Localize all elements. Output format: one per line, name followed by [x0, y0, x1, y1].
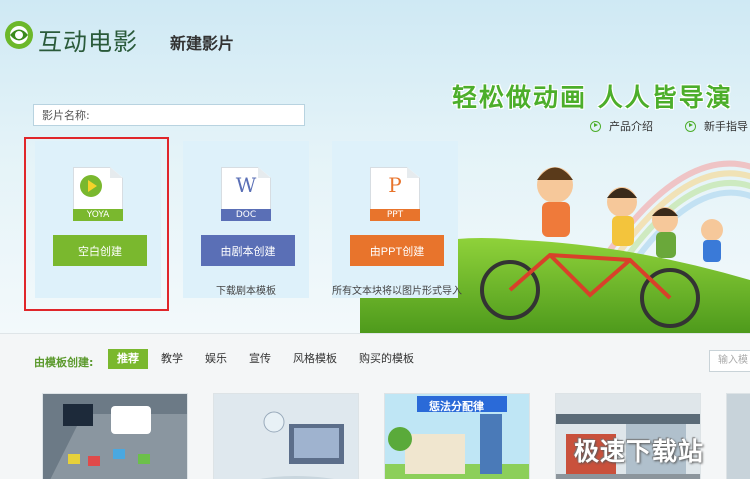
- app-name: 互动电影: [38, 28, 138, 56]
- template-thumbnail[interactable]: [726, 393, 750, 479]
- ppt-letter-icon: P: [388, 173, 402, 197]
- ppt-create-card[interactable]: P PPT 由PPT创建 所有文本块将以图片形式导入: [332, 141, 462, 298]
- tab-style-templates[interactable]: 风格模板: [284, 349, 346, 369]
- tab-promotion[interactable]: 宣传: [240, 349, 280, 369]
- selection-highlight: [24, 137, 169, 311]
- play-circle-icon: [590, 120, 601, 132]
- template-thumbnail[interactable]: [213, 393, 359, 479]
- ppt-import-note: 所有文本块将以图片形式导入: [332, 286, 462, 297]
- movie-name-label: 影片名称:: [42, 109, 90, 122]
- script-create-card[interactable]: W DOC 由剧本创建 下载剧本模板: [183, 141, 309, 298]
- template-thumbnail[interactable]: [42, 393, 188, 479]
- tab-entertainment[interactable]: 娱乐: [196, 349, 236, 369]
- page-title: 新建影片: [170, 34, 235, 53]
- beginner-guide-label: 新手指导: [704, 120, 748, 133]
- template-section-label: 由模板创建:: [34, 356, 94, 369]
- ppt-file-label: PPT: [370, 209, 420, 221]
- slogan: 轻松做动画 人人皆导演: [452, 83, 733, 112]
- tab-purchased-templates[interactable]: 购买的模板: [350, 349, 423, 369]
- movie-name-input[interactable]: 影片名称:: [33, 104, 305, 126]
- download-script-template-link[interactable]: 下载剧本模板: [183, 282, 309, 297]
- template-preview-image: [727, 394, 750, 479]
- doc-file-label: DOC: [221, 209, 271, 221]
- product-intro-label: 产品介绍: [609, 120, 653, 133]
- script-create-button[interactable]: 由剧本创建: [201, 235, 295, 266]
- template-preview-image: [43, 394, 187, 479]
- template-thumbnail[interactable]: 惩法分配律: [384, 393, 530, 479]
- tab-recommended[interactable]: 推荐: [108, 349, 148, 369]
- ppt-create-button[interactable]: 由PPT创建: [350, 235, 444, 266]
- tab-teaching[interactable]: 教学: [152, 349, 192, 369]
- watermark: 极速下载站: [574, 437, 705, 466]
- template-search-input[interactable]: 输入模: [709, 350, 750, 372]
- hero-banner: 互动电影 新建影片 轻松做动画 人人皆导演 产品介绍 新手指导 影片名称: YO…: [0, 0, 750, 333]
- play-circle-icon: [685, 120, 696, 132]
- product-intro-link[interactable]: 产品介绍: [590, 118, 653, 134]
- beginner-guide-link[interactable]: 新手指导: [685, 118, 748, 134]
- template-preview-image: [214, 394, 358, 479]
- film-reel-logo-icon: [5, 21, 33, 49]
- template-tabs: 推荐 教学 娱乐 宣传 风格模板 购买的模板: [108, 349, 427, 369]
- word-letter-icon: W: [235, 173, 257, 197]
- template-thumb-title: 惩法分配律: [429, 400, 484, 413]
